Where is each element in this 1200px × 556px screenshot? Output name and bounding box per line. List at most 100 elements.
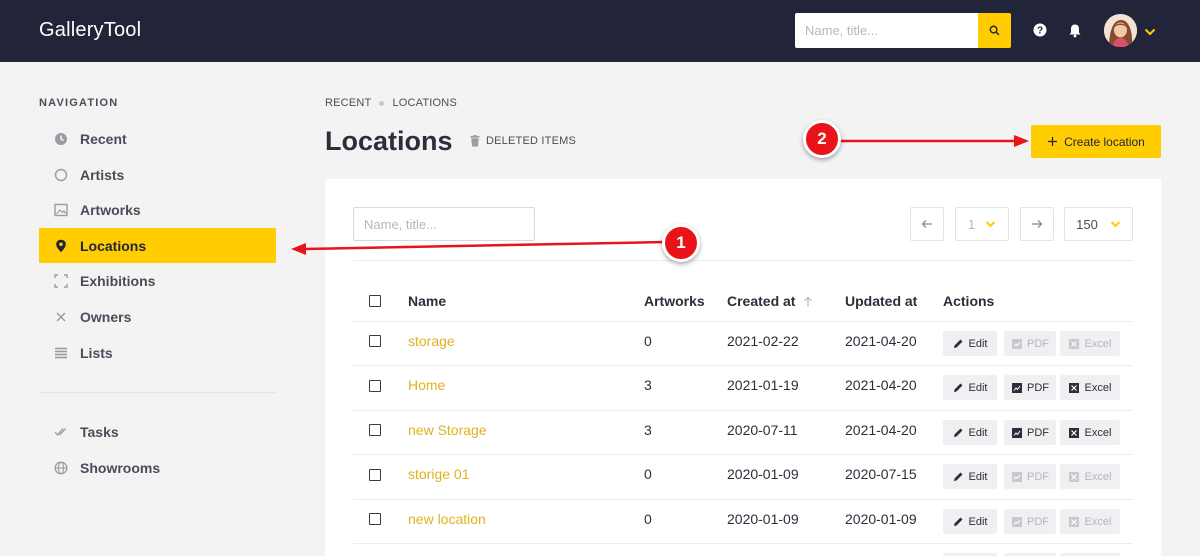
edit-button[interactable]: Edit bbox=[943, 509, 997, 534]
annotation-marker-1: 1 bbox=[662, 224, 700, 262]
column-header-updated-at[interactable]: Updated at bbox=[845, 293, 917, 309]
page-select[interactable]: 1 bbox=[955, 207, 1009, 241]
edit-button[interactable]: Edit bbox=[943, 464, 997, 489]
created-at: 2021-01-19 bbox=[727, 377, 799, 393]
excel-button[interactable]: Excel bbox=[1060, 375, 1120, 400]
sidebar-item-label: Exhibitions bbox=[80, 272, 156, 289]
sidebar-divider bbox=[39, 392, 276, 393]
row-divider bbox=[353, 543, 1133, 544]
account-menu-toggle[interactable] bbox=[1144, 24, 1156, 42]
excel-button[interactable]: Excel bbox=[1060, 331, 1120, 356]
excel-icon bbox=[1069, 516, 1080, 527]
excel-label: Excel bbox=[1084, 515, 1112, 528]
sidebar-item-lists[interactable]: Lists bbox=[39, 335, 276, 370]
page-number: 1 bbox=[967, 216, 976, 232]
circle-icon bbox=[53, 167, 69, 183]
excel-icon bbox=[1069, 338, 1080, 349]
location-name-link[interactable]: Home bbox=[408, 377, 445, 393]
excel-label: Excel bbox=[1084, 337, 1112, 350]
column-header-created-at[interactable]: Created at bbox=[727, 293, 813, 309]
edit-label: Edit bbox=[968, 381, 988, 394]
row-checkbox[interactable] bbox=[369, 380, 381, 392]
pdf-label: PDF bbox=[1027, 337, 1049, 350]
sidebar-item-label: Recent bbox=[80, 130, 127, 147]
sidebar-item-exhibitions[interactable]: Exhibitions bbox=[39, 263, 276, 298]
breadcrumb-item-recent[interactable]: RECENT bbox=[325, 97, 371, 109]
help-button[interactable]: ? bbox=[1032, 22, 1048, 38]
location-name-link[interactable]: storage bbox=[408, 333, 455, 349]
global-search-input[interactable] bbox=[795, 13, 978, 48]
close-icon bbox=[53, 309, 69, 325]
svg-text:?: ? bbox=[1037, 26, 1043, 37]
app-logo[interactable]: GalleryTool bbox=[39, 19, 141, 42]
location-name-link[interactable]: storige 01 bbox=[408, 466, 469, 482]
excel-button[interactable]: Excel bbox=[1060, 509, 1120, 534]
location-name-link[interactable]: new location bbox=[408, 511, 486, 527]
pdf-icon bbox=[1011, 382, 1022, 393]
row-checkbox[interactable] bbox=[369, 335, 381, 347]
column-label: Updated at bbox=[845, 293, 918, 309]
sort-up-icon bbox=[804, 296, 813, 306]
sidebar-item-showrooms[interactable]: Showrooms bbox=[39, 450, 276, 485]
updated-at: 2021-04-20 bbox=[845, 377, 917, 393]
sidebar-item-label: Artworks bbox=[80, 201, 141, 218]
arrow-left-icon bbox=[921, 220, 932, 228]
excel-icon bbox=[1069, 427, 1080, 438]
navigation-heading: NAVIGATION bbox=[39, 97, 119, 109]
pdf-button[interactable]: PDF bbox=[1004, 509, 1056, 534]
pdf-button[interactable]: PDF bbox=[1004, 420, 1056, 445]
sidebar-item-label: Lists bbox=[80, 344, 113, 361]
deleted-items-link[interactable]: DELETED ITEMS bbox=[470, 135, 576, 147]
deleted-items-label: DELETED ITEMS bbox=[486, 135, 577, 147]
sidebar-item-artists[interactable]: Artists bbox=[39, 157, 276, 192]
artworks-count: 3 bbox=[644, 377, 652, 393]
sidebar-item-artworks[interactable]: Artworks bbox=[39, 192, 276, 227]
row-checkbox[interactable] bbox=[369, 424, 381, 436]
edit-button[interactable]: Edit bbox=[943, 420, 997, 445]
plus-icon bbox=[1048, 137, 1058, 146]
sidebar-item-recent[interactable]: Recent bbox=[39, 121, 276, 156]
locations-card: 1 150 Name Artworks Created at Updated a… bbox=[325, 179, 1161, 556]
excel-button[interactable]: Excel bbox=[1060, 420, 1120, 445]
pdf-icon bbox=[1011, 338, 1022, 349]
sidebar-item-label: Locations bbox=[80, 237, 147, 254]
sidebar-item-label: Showrooms bbox=[80, 459, 161, 476]
created-at: 2020-07-11 bbox=[727, 422, 798, 438]
location-name-link[interactable]: new Storage bbox=[408, 422, 487, 438]
excel-icon bbox=[1069, 471, 1080, 482]
edit-label: Edit bbox=[968, 337, 988, 350]
list-icon bbox=[53, 345, 69, 361]
create-location-button[interactable]: Create location bbox=[1031, 125, 1161, 158]
sidebar-item-owners[interactable]: Owners bbox=[39, 299, 276, 334]
notifications-button[interactable] bbox=[1067, 22, 1083, 38]
select-all-checkbox[interactable] bbox=[369, 295, 381, 307]
global-search bbox=[795, 13, 1011, 48]
next-page-button[interactable] bbox=[1020, 207, 1054, 241]
sidebar-item-tasks[interactable]: Tasks bbox=[39, 414, 276, 449]
previous-page-button[interactable] bbox=[910, 207, 944, 241]
pdf-button[interactable]: PDF bbox=[1004, 375, 1056, 400]
edit-button[interactable]: Edit bbox=[943, 331, 997, 356]
sidebar-item-label: Artists bbox=[80, 166, 125, 183]
trash-icon bbox=[470, 135, 480, 147]
column-header-name[interactable]: Name bbox=[408, 293, 446, 309]
pdf-label: PDF bbox=[1027, 426, 1049, 439]
pdf-button[interactable]: PDF bbox=[1004, 464, 1056, 489]
filter-input[interactable] bbox=[353, 207, 535, 241]
artworks-count: 3 bbox=[644, 422, 652, 438]
column-header-actions: Actions bbox=[943, 293, 994, 309]
avatar[interactable] bbox=[1104, 14, 1137, 47]
edit-button[interactable]: Edit bbox=[943, 375, 997, 400]
help-icon: ? bbox=[1033, 23, 1047, 37]
pdf-button[interactable]: PDF bbox=[1004, 331, 1056, 356]
sidebar-item-locations[interactable]: Locations bbox=[39, 228, 276, 263]
row-checkbox[interactable] bbox=[369, 469, 381, 481]
excel-button[interactable]: Excel bbox=[1060, 464, 1120, 489]
search-button[interactable] bbox=[978, 13, 1011, 48]
row-checkbox[interactable] bbox=[369, 513, 381, 525]
column-label: Artworks bbox=[644, 293, 705, 309]
artworks-count: 0 bbox=[644, 511, 652, 527]
column-header-artworks[interactable]: Artworks bbox=[644, 293, 705, 309]
pdf-icon bbox=[1011, 427, 1022, 438]
per-page-select[interactable]: 150 bbox=[1064, 207, 1133, 241]
